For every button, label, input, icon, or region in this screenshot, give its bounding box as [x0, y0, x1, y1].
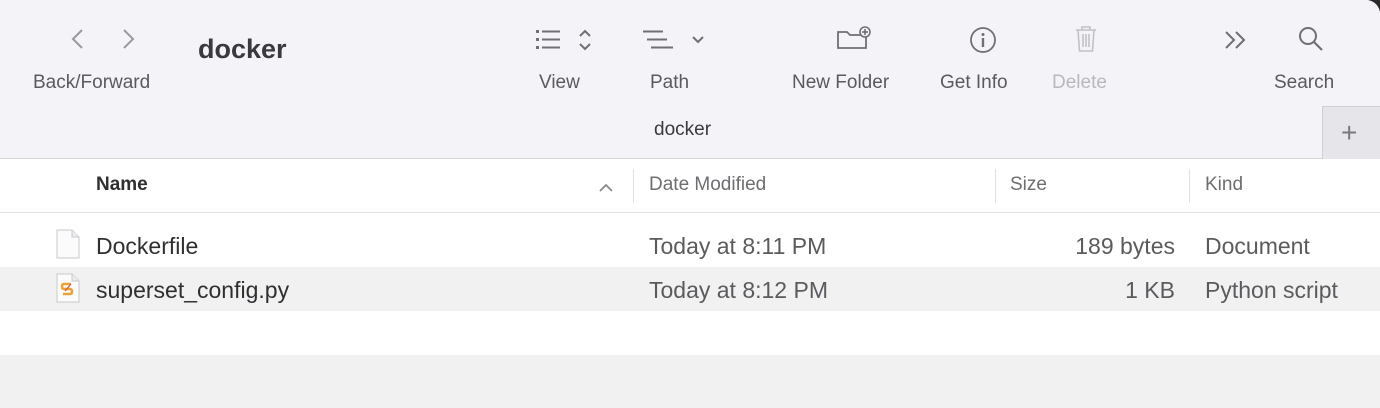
more-toolbar-items-icon[interactable] [1224, 28, 1250, 56]
new-folder-icon[interactable] [836, 26, 872, 56]
file-kind: Document [1205, 233, 1310, 259]
new-folder-button-label[interactable]: New Folder [792, 72, 889, 94]
trash-icon[interactable] [1074, 25, 1098, 57]
new-tab-button[interactable]: + [1322, 106, 1380, 159]
toolbar: Back/Forward docker View Path New Folder… [0, 0, 1380, 159]
path-button-label[interactable]: Path [650, 72, 689, 94]
info-icon[interactable] [969, 26, 997, 58]
list-item[interactable]: Dockerfile Today at 8:11 PM 189 bytes Do… [0, 223, 1380, 267]
empty-row [0, 311, 1380, 355]
empty-row [0, 355, 1380, 408]
file-name: Dockerfile [96, 233, 199, 259]
path-icon[interactable] [643, 28, 709, 56]
file-size: 189 bytes [1075, 233, 1175, 259]
list-item[interactable]: superset_config.py Today at 8:12 PM 1 KB… [0, 267, 1380, 311]
back-forward-label: Back/Forward [33, 72, 151, 93]
delete-button-label[interactable]: Delete [1052, 72, 1107, 94]
document-icon [56, 229, 80, 259]
back-chevron-icon[interactable] [68, 26, 88, 56]
python-file-icon [56, 273, 80, 303]
column-divider[interactable] [995, 169, 996, 203]
sort-ascending-icon[interactable] [598, 181, 614, 199]
column-divider[interactable] [633, 169, 634, 203]
column-date-modified[interactable]: Date Modified [649, 174, 766, 196]
column-kind[interactable]: Kind [1205, 174, 1243, 196]
list-view-icon[interactable] [536, 28, 594, 56]
file-name: superset_config.py [96, 277, 290, 303]
plus-icon: + [1341, 117, 1358, 148]
file-date-modified: Today at 8:12 PM [649, 277, 828, 303]
window-title: docker [198, 34, 287, 64]
forward-chevron-icon[interactable] [118, 26, 138, 56]
search-icon[interactable] [1297, 25, 1325, 57]
column-divider[interactable] [1189, 169, 1190, 203]
column-name[interactable]: Name [96, 174, 148, 196]
search-button-label[interactable]: Search [1274, 72, 1334, 94]
get-info-button-label[interactable]: Get Info [940, 72, 1008, 94]
file-size: 1 KB [1125, 277, 1175, 303]
column-header: Name Date Modified Size Kind [0, 159, 1380, 213]
column-size[interactable]: Size [1010, 174, 1047, 196]
view-button-label[interactable]: View [539, 72, 580, 94]
finder-window: Back/Forward docker View Path New Folder… [0, 0, 1380, 408]
tab-docker[interactable]: docker [654, 119, 711, 141]
file-kind: Python script [1205, 277, 1338, 303]
file-date-modified: Today at 8:11 PM [649, 233, 827, 259]
